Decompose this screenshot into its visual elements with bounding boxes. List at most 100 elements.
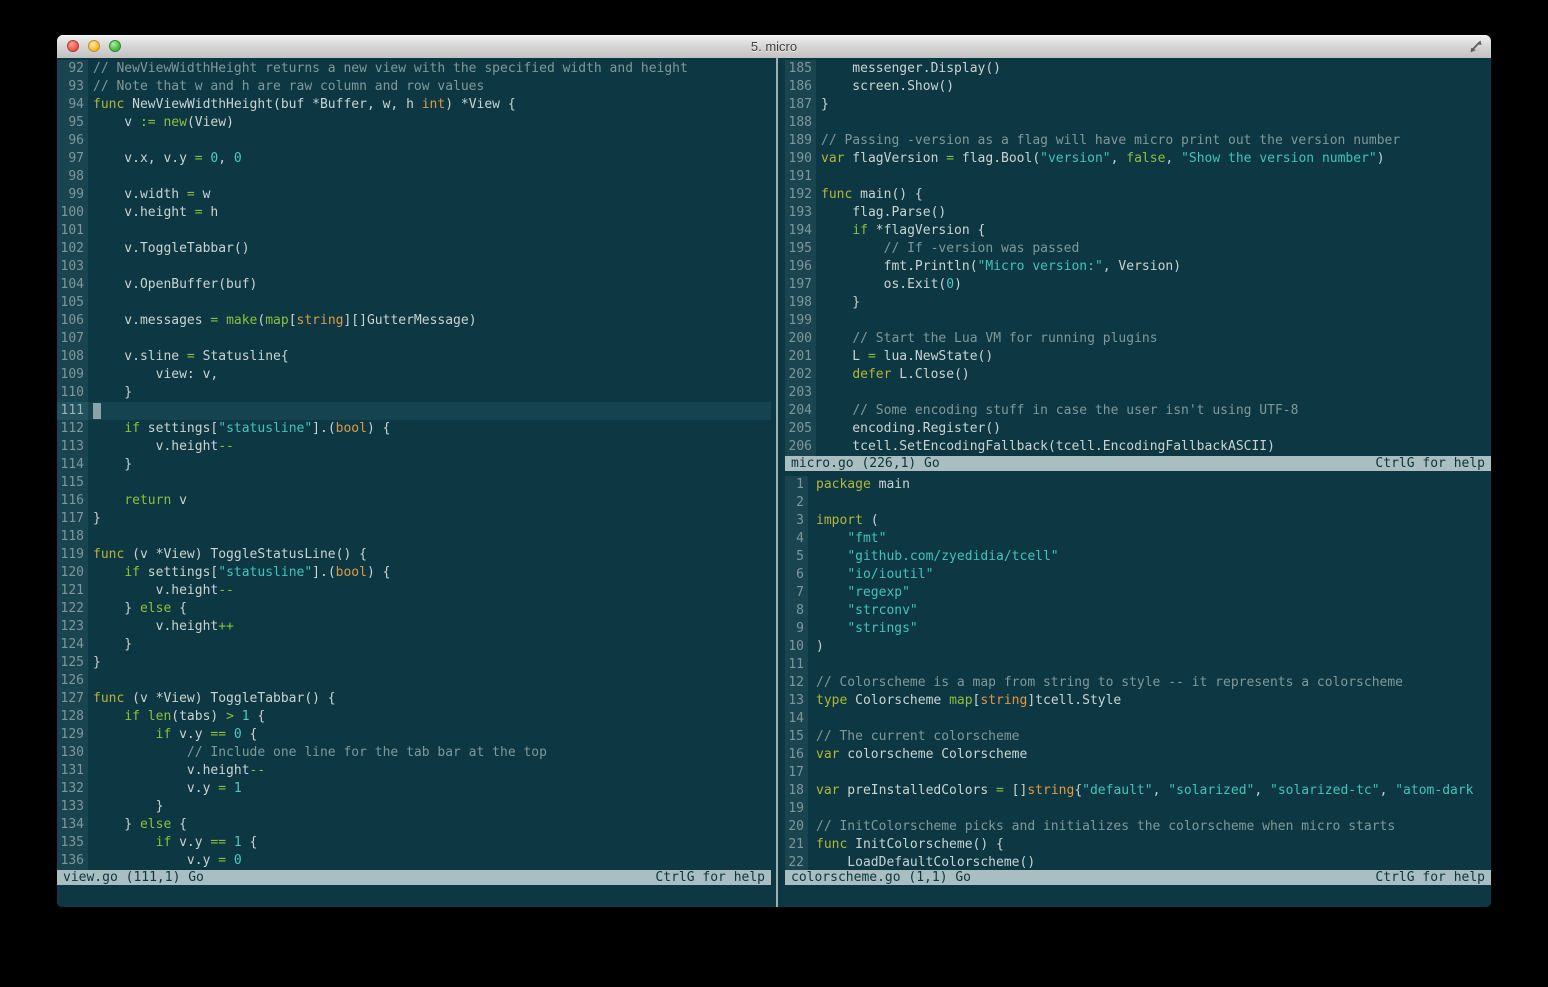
- code-line[interactable]: 109 view: v,: [57, 366, 771, 384]
- code-line[interactable]: 18var preInstalledColors = []string{"def…: [785, 782, 1491, 800]
- code-line[interactable]: 4 "fmt": [785, 530, 1491, 548]
- code-line[interactable]: 102 v.ToggleTabbar(): [57, 240, 771, 258]
- code-line[interactable]: 3import (: [785, 512, 1491, 530]
- code-line[interactable]: 122 } else {: [57, 600, 771, 618]
- code-line[interactable]: 131 v.height--: [57, 762, 771, 780]
- code-line[interactable]: 132 v.y = 1: [57, 780, 771, 798]
- code-area-colorscheme-go[interactable]: 1package main23import (4 "fmt"5 "github.…: [785, 471, 1491, 870]
- code-line[interactable]: 2: [785, 494, 1491, 512]
- code-line[interactable]: 134 } else {: [57, 816, 771, 834]
- code-line[interactable]: 123 v.height++: [57, 618, 771, 636]
- code-line[interactable]: 11: [785, 656, 1491, 674]
- window-titlebar[interactable]: 5. micro: [57, 35, 1491, 59]
- code-line[interactable]: 17: [785, 764, 1491, 782]
- code-line[interactable]: 110 }: [57, 384, 771, 402]
- code-line[interactable]: 121 v.height--: [57, 582, 771, 600]
- code-line[interactable]: 106 v.messages = make(map[string][]Gutte…: [57, 312, 771, 330]
- code-line[interactable]: 186 screen.Show(): [785, 78, 1491, 96]
- code-line[interactable]: 128 if len(tabs) > 1 {: [57, 708, 771, 726]
- resize-icon[interactable]: [1468, 39, 1484, 55]
- code-line[interactable]: 93// Note that w and h are raw column an…: [57, 78, 771, 96]
- code-line[interactable]: 6 "io/ioutil": [785, 566, 1491, 584]
- code-line[interactable]: 5 "github.com/zyedidia/tcell": [785, 548, 1491, 566]
- code-line[interactable]: 204 // Some encoding stuff in case the u…: [785, 402, 1491, 420]
- code-line[interactable]: 202 defer L.Close(): [785, 366, 1491, 384]
- code-line[interactable]: 193 flag.Parse(): [785, 204, 1491, 222]
- code-line[interactable]: 205 encoding.Register(): [785, 420, 1491, 438]
- code-line[interactable]: 95 v := new(View): [57, 114, 771, 132]
- code-line[interactable]: 21func InitColorscheme() {: [785, 836, 1491, 854]
- code-line[interactable]: 99 v.width = w: [57, 186, 771, 204]
- code-line[interactable]: 198 }: [785, 294, 1491, 312]
- code-line[interactable]: 15// The current colorscheme: [785, 728, 1491, 746]
- code-line[interactable]: 201 L = lua.NewState(): [785, 348, 1491, 366]
- code-line[interactable]: 97 v.x, v.y = 0, 0: [57, 150, 771, 168]
- vertical-split-divider[interactable]: [771, 58, 785, 907]
- code-line[interactable]: 199: [785, 312, 1491, 330]
- code-line[interactable]: 1package main: [785, 476, 1491, 494]
- code-line[interactable]: 192func main() {: [785, 186, 1491, 204]
- code-line[interactable]: 13type Colorscheme map[string]tcell.Styl…: [785, 692, 1491, 710]
- code-line[interactable]: 101: [57, 222, 771, 240]
- code-line[interactable]: 196 fmt.Println("Micro version:", Versio…: [785, 258, 1491, 276]
- code-line[interactable]: 187}: [785, 96, 1491, 114]
- code-line[interactable]: 114 }: [57, 456, 771, 474]
- code-line[interactable]: 118: [57, 528, 771, 546]
- code-line[interactable]: 115: [57, 474, 771, 492]
- code-line[interactable]: 96: [57, 132, 771, 150]
- code-line[interactable]: 16var colorscheme Colorscheme: [785, 746, 1491, 764]
- line-number: 103: [57, 258, 88, 276]
- code-text: import (: [808, 512, 1491, 530]
- code-line[interactable]: 124 }: [57, 636, 771, 654]
- code-line[interactable]: 130 // Include one line for the tab bar …: [57, 744, 771, 762]
- code-area-micro-go[interactable]: 185 messenger.Display()186 screen.Show()…: [785, 58, 1491, 456]
- code-line[interactable]: 191: [785, 168, 1491, 186]
- code-line[interactable]: 100 v.height = h: [57, 204, 771, 222]
- code-line[interactable]: 105: [57, 294, 771, 312]
- code-line[interactable]: 107: [57, 330, 771, 348]
- code-line[interactable]: 119func (v *View) ToggleStatusLine() {: [57, 546, 771, 564]
- code-line[interactable]: 20// InitColorscheme picks and initializ…: [785, 818, 1491, 836]
- code-line[interactable]: 127func (v *View) ToggleTabbar() {: [57, 690, 771, 708]
- code-line[interactable]: 136 v.y = 0: [57, 852, 771, 870]
- code-line[interactable]: 98: [57, 168, 771, 186]
- editor-pane-micro-go[interactable]: 185 messenger.Display()186 screen.Show()…: [785, 58, 1491, 471]
- code-line[interactable]: 92// NewViewWidthHeight returns a new vi…: [57, 60, 771, 78]
- code-line[interactable]: 104 v.OpenBuffer(buf): [57, 276, 771, 294]
- code-line[interactable]: 14: [785, 710, 1491, 728]
- code-line[interactable]: 108 v.sline = Statusline{: [57, 348, 771, 366]
- code-line[interactable]: 111: [57, 402, 771, 420]
- code-line[interactable]: 129 if v.y == 0 {: [57, 726, 771, 744]
- code-area-view-go[interactable]: 92// NewViewWidthHeight returns a new vi…: [57, 58, 771, 870]
- code-line[interactable]: 125}: [57, 654, 771, 672]
- code-line[interactable]: 200 // Start the Lua VM for running plug…: [785, 330, 1491, 348]
- editor-pane-view-go[interactable]: 92// NewViewWidthHeight returns a new vi…: [57, 58, 771, 907]
- code-line[interactable]: 126: [57, 672, 771, 690]
- code-line[interactable]: 19: [785, 800, 1491, 818]
- code-line[interactable]: 10): [785, 638, 1491, 656]
- code-line[interactable]: 94func NewViewWidthHeight(buf *Buffer, w…: [57, 96, 771, 114]
- code-line[interactable]: 197 os.Exit(0): [785, 276, 1491, 294]
- code-line[interactable]: 112 if settings["statusline"].(bool) {: [57, 420, 771, 438]
- code-line[interactable]: 117}: [57, 510, 771, 528]
- code-line[interactable]: 135 if v.y == 1 {: [57, 834, 771, 852]
- code-line[interactable]: 7 "regexp": [785, 584, 1491, 602]
- code-line[interactable]: 133 }: [57, 798, 771, 816]
- code-line[interactable]: 185 messenger.Display(): [785, 60, 1491, 78]
- code-line[interactable]: 195 // If -version was passed: [785, 240, 1491, 258]
- code-line[interactable]: 116 return v: [57, 492, 771, 510]
- code-line[interactable]: 12// Colorscheme is a map from string to…: [785, 674, 1491, 692]
- code-line[interactable]: 103: [57, 258, 771, 276]
- code-line[interactable]: 22 LoadDefaultColorscheme(): [785, 854, 1491, 870]
- code-line[interactable]: 190var flagVersion = flag.Bool("version"…: [785, 150, 1491, 168]
- code-line[interactable]: 113 v.height--: [57, 438, 771, 456]
- code-line[interactable]: 194 if *flagVersion {: [785, 222, 1491, 240]
- code-line[interactable]: 9 "strings": [785, 620, 1491, 638]
- code-line[interactable]: 8 "strconv": [785, 602, 1491, 620]
- code-line[interactable]: 120 if settings["statusline"].(bool) {: [57, 564, 771, 582]
- code-line[interactable]: 203: [785, 384, 1491, 402]
- code-line[interactable]: 189// Passing -version as a flag will ha…: [785, 132, 1491, 150]
- code-line[interactable]: 206 tcell.SetEncodingFallback(tcell.Enco…: [785, 438, 1491, 456]
- code-line[interactable]: 188: [785, 114, 1491, 132]
- editor-pane-colorscheme-go[interactable]: 1package main23import (4 "fmt"5 "github.…: [785, 471, 1491, 907]
